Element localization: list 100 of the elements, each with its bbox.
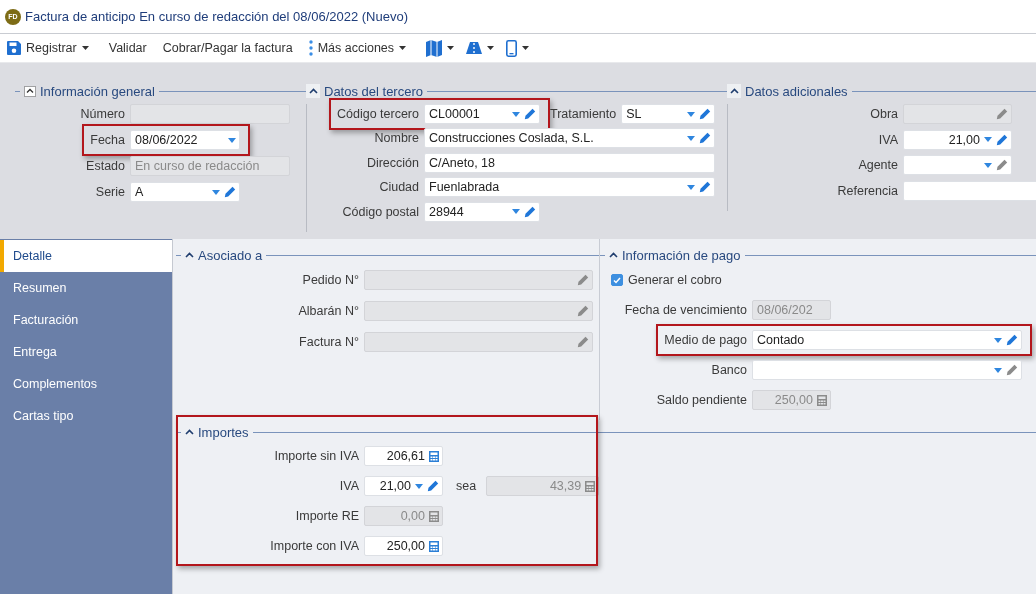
field-label: Importe con IVA — [270, 539, 359, 553]
caret-icon — [81, 46, 89, 50]
field-label: sea — [456, 479, 477, 493]
dropdown-arrow-icon[interactable] — [212, 189, 220, 195]
field-label: Código tercero — [337, 107, 419, 121]
text-field[interactable]: C/Aneto, 18 — [424, 152, 715, 173]
collapse-icon[interactable] — [24, 85, 36, 97]
lookup-field[interactable]: 28944 — [424, 201, 540, 222]
field-label: IVA — [339, 479, 359, 493]
caret-icon — [399, 46, 407, 50]
collapse-icon[interactable] — [185, 252, 194, 258]
dropdown-arrow-icon[interactable] — [984, 162, 992, 168]
dropdown-arrow-icon[interactable] — [994, 337, 1002, 343]
sidebar-tab[interactable]: Detalle — [0, 240, 172, 272]
pencil-icon[interactable] — [996, 159, 1008, 172]
field-label: Número — [80, 107, 125, 121]
lookup-field[interactable]: SL — [621, 104, 716, 124]
lookup-field[interactable]: Construcciones Coslada, S.L. — [424, 128, 715, 149]
dropdown-arrow-icon[interactable] — [512, 111, 520, 117]
lookup-field[interactable]: 21,00 — [364, 476, 443, 496]
pencil-icon[interactable] — [996, 133, 1008, 146]
caret-icon — [447, 46, 455, 50]
field-label: Pedido N° — [302, 273, 359, 287]
collapse-icon[interactable] — [306, 84, 320, 98]
field-label: Serie — [95, 185, 125, 199]
checkbox[interactable] — [611, 274, 623, 286]
calculator-icon[interactable] — [429, 450, 439, 462]
map-icon — [426, 39, 443, 57]
caret-icon — [522, 46, 530, 50]
field-label: Tratamiento — [550, 107, 617, 121]
pencil-icon[interactable] — [699, 181, 711, 194]
field-label: Fecha de vencimiento — [624, 303, 747, 317]
amount-field[interactable]: 250,00 — [364, 536, 443, 556]
field-label: IVA — [878, 132, 898, 147]
field-label: Ciudad — [379, 180, 419, 195]
field-label: Código postal — [342, 204, 419, 219]
text-field[interactable] — [903, 181, 1036, 202]
collapse-icon[interactable] — [727, 84, 741, 98]
sidebar-tab[interactable]: Complementos — [0, 368, 172, 400]
window-title: Factura de anticipo En curso de redacción del 08/06/2022 (Nuevo) — [25, 9, 408, 24]
lookup-field[interactable]: Contado — [752, 330, 1022, 350]
field-label: Nombre — [374, 131, 419, 146]
field-label: Albarán N° — [298, 304, 359, 318]
toolbar-button[interactable]: Cobrar/Pagar la factura — [162, 36, 301, 60]
dropdown-arrow-icon[interactable] — [415, 483, 423, 489]
checkbox-label[interactable]: Generar el cobro — [628, 273, 722, 287]
lookup-field[interactable] — [752, 360, 1022, 380]
toolbar-button[interactable]: Validar — [108, 36, 155, 60]
dropdown-arrow-icon[interactable] — [687, 111, 696, 117]
sidebar-tab[interactable]: Cartas tipo — [0, 400, 172, 432]
field-label: Dirección — [366, 155, 419, 170]
sidebar-tab[interactable]: Resumen — [0, 272, 172, 304]
field-label: Importe sin IVA — [274, 449, 359, 463]
toolbar-button[interactable]: Registrar — [7, 36, 99, 60]
section-title: Información de pago — [622, 247, 741, 263]
field-label: Factura N° — [299, 335, 359, 349]
collapse-icon[interactable] — [609, 252, 618, 258]
caret-icon — [487, 46, 495, 50]
lookup-field[interactable] — [903, 155, 1012, 176]
lookup-field[interactable]: 21,00 — [903, 129, 1012, 150]
calculator-icon[interactable] — [429, 540, 439, 552]
field-label: Banco — [711, 363, 747, 377]
dropdown-arrow-icon[interactable] — [687, 135, 695, 141]
phone-icon — [506, 39, 518, 57]
dropdown-arrow-icon[interactable] — [512, 209, 520, 215]
dropdown-arrow-icon[interactable] — [228, 137, 236, 143]
section-title: Importes — [198, 424, 249, 440]
save-icon — [7, 41, 21, 55]
sidebar-tab[interactable]: Entrega — [0, 336, 172, 368]
pencil-icon[interactable] — [427, 480, 439, 492]
pencil-icon[interactable] — [1006, 364, 1018, 376]
collapse-icon[interactable] — [185, 429, 194, 435]
pencil-icon[interactable] — [224, 186, 236, 198]
field-label: Agente — [858, 158, 898, 173]
section-title: Datos adicionales — [745, 83, 848, 99]
dropdown-arrow-icon[interactable] — [984, 137, 992, 143]
pencil-icon[interactable] — [699, 108, 712, 120]
field-label: Obra — [870, 107, 898, 121]
lookup-field[interactable]: CL00001 — [424, 104, 540, 124]
pencil-icon[interactable] — [524, 108, 536, 120]
pencil-icon[interactable] — [1006, 334, 1018, 346]
lookup-field[interactable]: A — [130, 182, 240, 202]
section-title: Datos del tercero — [324, 83, 423, 99]
section-title: Asociado a — [198, 247, 263, 263]
vertical-dots-icon — [308, 40, 313, 56]
field-label: Estado — [86, 159, 125, 173]
amount-field[interactable]: 206,61 — [364, 446, 443, 466]
lookup-field[interactable]: Fuenlabrada — [424, 177, 715, 198]
sidebar-tab[interactable]: Facturación — [0, 304, 172, 336]
toolbar-button[interactable]: Más acciones — [308, 36, 417, 60]
dropdown-arrow-icon[interactable] — [994, 367, 1002, 373]
pencil-icon[interactable] — [524, 205, 536, 218]
field-label: Referencia — [837, 184, 898, 199]
field-label: Fecha — [90, 133, 125, 147]
pencil-icon[interactable] — [699, 132, 711, 145]
field-label: Saldo pendiente — [656, 393, 747, 407]
date-field[interactable]: 08/06/2022 — [130, 130, 240, 150]
dropdown-arrow-icon[interactable] — [687, 184, 695, 190]
field-label: Medio de pago — [664, 333, 747, 347]
road-icon — [466, 42, 483, 54]
